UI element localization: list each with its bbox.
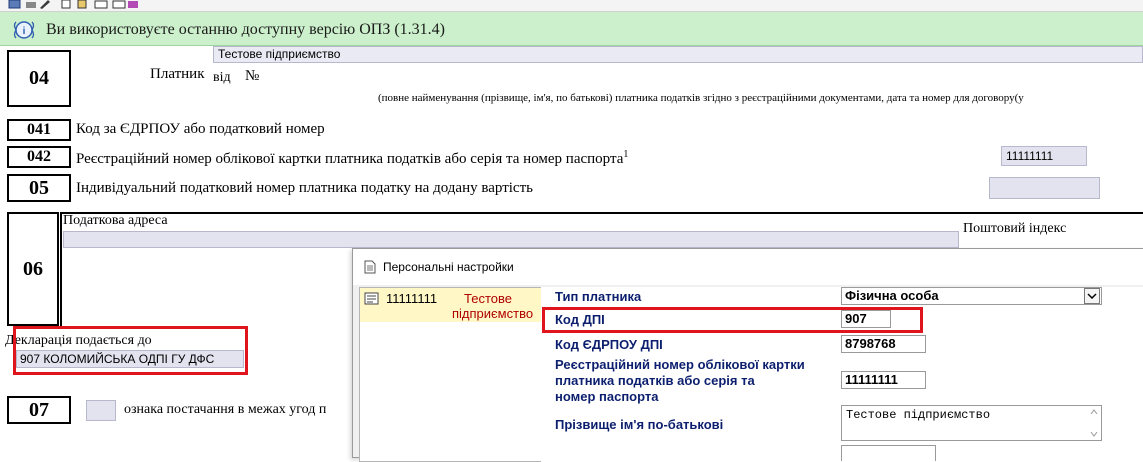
add-row-icon[interactable] xyxy=(94,0,108,9)
dpi-edrpou-field[interactable]: 8798768 xyxy=(841,335,926,353)
chevron-down-icon[interactable] xyxy=(1084,288,1100,304)
dpi-code-highlight xyxy=(542,307,923,333)
payer-name-line2: підприємство xyxy=(452,306,534,321)
section-06-number: 06 xyxy=(7,212,59,326)
section-07-checkbox[interactable] xyxy=(86,400,116,421)
number-label: № xyxy=(245,68,260,84)
toolbar xyxy=(0,0,1143,12)
payer-name-line1: Тестове xyxy=(464,291,512,306)
payer-note: (повне найменування (прізвище, ім'я, по … xyxy=(378,92,1024,104)
copy-icon[interactable] xyxy=(60,0,74,9)
edrpou-label: Код за ЄДРПОУ або податковий номер xyxy=(76,121,325,137)
reg-number-label-text: Реєстраційний номер облікової картки пла… xyxy=(76,151,624,167)
payer-type-select[interactable]: Фізична особа xyxy=(841,287,1102,305)
banner-text: Ви використовуєте останню доступну версі… xyxy=(46,21,445,38)
declaration-highlight xyxy=(13,326,248,375)
tax-address-label: Податкова адреса xyxy=(63,213,168,228)
version-info-icon: i xyxy=(13,21,35,39)
section-06-top-line xyxy=(60,212,1143,214)
document-icon xyxy=(364,260,376,274)
section-04-number: 04 xyxy=(7,50,71,107)
payer-type-value: Фізична особа xyxy=(845,288,939,303)
payer-name-field[interactable]: Тестове підприємство xyxy=(213,46,1143,63)
section-06-left-line xyxy=(60,212,62,328)
print-icon[interactable] xyxy=(24,0,38,9)
section-041-number: 041 xyxy=(7,119,71,141)
delete-row-icon[interactable] xyxy=(112,0,126,9)
settings-icon[interactable] xyxy=(126,0,140,9)
reg-card-label-line2: платника податків або серія та xyxy=(555,373,755,388)
tax-address-field[interactable] xyxy=(63,231,959,248)
payer-type-label: Тип платника xyxy=(555,289,642,304)
payer-card-icon xyxy=(364,292,379,305)
dialog-title: Персональні настройки xyxy=(383,260,514,274)
svg-text:i: i xyxy=(23,26,26,37)
section-07-label: ознака постачання в межах угод п xyxy=(124,402,327,417)
reg-number-label: Реєстраційний номер облікової картки пла… xyxy=(76,149,628,168)
postal-index-label: Поштовий індекс xyxy=(963,221,1067,236)
dialog-title-bar[interactable]: Персональні настройки xyxy=(353,249,1143,285)
section-05-number: 05 xyxy=(7,174,71,202)
vat-number-field[interactable] xyxy=(989,177,1100,199)
payer-code: 11111111 xyxy=(386,291,438,306)
dpi-edrpou-label: Код ЄДРПОУ ДПІ xyxy=(555,337,663,352)
edit-icon[interactable] xyxy=(38,0,52,9)
payer-label: Платник xyxy=(150,66,205,82)
section-07-number: 07 xyxy=(7,396,71,424)
vat-number-label: Індивідуальний податковий номер платника… xyxy=(76,180,533,196)
form-icon[interactable] xyxy=(8,0,22,9)
reg-number-field[interactable]: 11111111 xyxy=(1001,146,1087,166)
scroll-arrows-icon[interactable] xyxy=(1089,408,1099,438)
section-042-number: 042 xyxy=(7,146,71,168)
full-name-value: Тестове підприємство xyxy=(846,408,991,422)
version-banner: i Ви використовуєте останню доступну вер… xyxy=(0,12,1143,46)
reg-card-label-line1: Реєстраційний номер облікової картки xyxy=(555,357,805,372)
paste-icon[interactable] xyxy=(76,0,90,9)
full-name-label: Прізвище ім'я по-батькові xyxy=(555,417,724,432)
reg-card-label-line3: номер паспорта xyxy=(555,389,659,404)
payer-list-item[interactable]: 11111111 Тестове підприємство xyxy=(360,288,542,322)
reg-number-footnote: 1 xyxy=(623,149,629,160)
next-field[interactable] xyxy=(841,445,936,461)
date-from-label: від xyxy=(213,70,231,85)
payer-list: 11111111 Тестове підприємство xyxy=(359,287,543,462)
personal-settings-dialog: Персональні настройки 11111111 Тестове п… xyxy=(352,248,1143,462)
full-name-field[interactable]: Тестове підприємство xyxy=(841,405,1102,441)
reg-card-field[interactable]: 11111111 xyxy=(841,371,926,389)
